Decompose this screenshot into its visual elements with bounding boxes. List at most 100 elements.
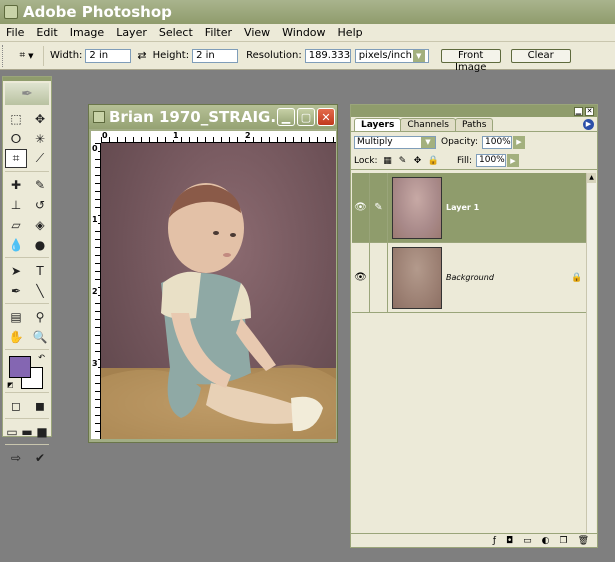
paint-bucket-tool-icon[interactable]: ◈ [29, 215, 51, 234]
menu-select[interactable]: Select [153, 26, 199, 39]
document-title: Brian 1970_STRAIG... [109, 108, 277, 126]
tab-channels[interactable]: Channels [400, 118, 456, 131]
clone-stamp-tool-icon[interactable]: ⊥ [5, 195, 27, 214]
color-swatches: ↶ ◩ [5, 353, 49, 389]
menu-filter[interactable]: Filter [199, 26, 238, 39]
layer-link-slot[interactable] [370, 242, 388, 313]
ruler-label: 0 [102, 131, 108, 140]
blend-opacity-row: Multiply ▼ Opacity: 100% ▶ [351, 132, 597, 152]
path-selection-tool-icon[interactable]: ➤ [5, 261, 27, 280]
dodge-tool-icon[interactable]: ● [29, 235, 51, 254]
crop-icon: ⌗ [19, 50, 26, 61]
healing-brush-tool-icon[interactable]: ✚ [5, 175, 27, 194]
new-layer-icon[interactable]: ❐ [559, 536, 567, 546]
opacity-arrow-icon[interactable]: ▶ [513, 135, 525, 149]
quick-mask-mode-icon[interactable]: ◼ [29, 396, 51, 415]
tool-preset-picker[interactable]: ⌗ ▼ [10, 45, 44, 66]
jump-to-imageready-icon[interactable]: ⇨ [5, 448, 27, 467]
checkmark-icon[interactable]: ✔ [29, 448, 51, 467]
zoom-tool-icon[interactable]: 🔍 [29, 327, 51, 346]
minimize-icon: ▁ [281, 110, 291, 124]
screen-mode-standard-icon[interactable]: ▭ [5, 422, 19, 441]
screen-mode-full-icon[interactable]: ■ [35, 422, 49, 441]
tab-paths[interactable]: Paths [454, 118, 494, 131]
front-image-button[interactable]: Front Image [440, 48, 501, 73]
layer-mask-icon[interactable]: ◘ [506, 536, 513, 546]
clear-button[interactable]: Clear [510, 48, 571, 63]
trash-icon[interactable]: 🗑 [578, 536, 589, 546]
fill-arrow-icon[interactable]: ▶ [507, 154, 519, 167]
blend-mode-select[interactable]: Multiply ▼ [354, 135, 436, 149]
minimize-button[interactable]: ▁ [277, 108, 295, 126]
document-window: Brian 1970_STRAIG... ▁ ▢ ✕ 0 1 2 0 1 2 3 [88, 104, 338, 443]
close-button[interactable]: ✕ [317, 108, 335, 126]
toolbox-header[interactable] [3, 77, 51, 81]
lock-all-icon[interactable]: 🔒 [428, 156, 439, 166]
width-input[interactable]: 2 in [85, 48, 132, 63]
eyedropper-tool-icon[interactable]: ⚲ [29, 307, 51, 326]
slice-tool-icon[interactable]: ⟋ [29, 149, 51, 168]
options-grip[interactable] [2, 44, 6, 67]
history-brush-tool-icon[interactable]: ↺ [29, 195, 51, 214]
horizontal-ruler[interactable]: 0 1 2 [101, 131, 336, 143]
brush-tool-icon[interactable]: ✎ [29, 175, 51, 194]
lasso-tool-icon[interactable]: ⵔ [5, 129, 27, 148]
palette-header[interactable]: ▁ ✕ [351, 105, 597, 117]
eraser-tool-icon[interactable]: ▱ [5, 215, 27, 234]
vertical-ruler[interactable]: 0 1 2 3 [91, 143, 101, 439]
brush-paint-icon[interactable]: ✎ [370, 172, 388, 243]
feather-logo-icon[interactable]: ✒ [5, 83, 49, 105]
menu-window[interactable]: Window [276, 26, 331, 39]
move-tool-icon[interactable]: ✥ [29, 109, 51, 128]
notes-tool-icon[interactable]: ▤ [5, 307, 27, 326]
hand-tool-icon[interactable]: ✋ [5, 327, 27, 346]
menu-image[interactable]: Image [64, 26, 110, 39]
height-input[interactable]: 2 in [192, 48, 239, 63]
palette-menu-icon[interactable]: ▶ [583, 119, 594, 130]
menu-file[interactable]: File [0, 26, 30, 39]
layer-name[interactable]: Background [446, 273, 571, 282]
swap-icon[interactable]: ⇄ [137, 49, 146, 62]
lock-position-icon[interactable]: ✥ [413, 156, 423, 166]
blur-tool-icon[interactable]: 💧 [5, 235, 27, 254]
fill-input[interactable]: 100% [476, 154, 506, 167]
layer-name[interactable]: Layer 1 [446, 203, 586, 212]
lock-image-icon[interactable]: ✎ [398, 156, 408, 166]
default-colors-icon[interactable]: ◩ [7, 381, 14, 389]
maximize-button[interactable]: ▢ [297, 108, 315, 126]
layers-scrollbar[interactable]: ▲ [586, 173, 596, 534]
menu-help[interactable]: Help [332, 26, 369, 39]
menu-edit[interactable]: Edit [30, 26, 63, 39]
adjustment-layer-icon[interactable]: ◐ [542, 536, 550, 546]
screen-mode-full-menu-icon[interactable]: ▬ [20, 422, 34, 441]
visibility-eye-icon[interactable]: 👁 [352, 172, 370, 243]
resolution-input[interactable]: 189.333 [304, 48, 351, 63]
document-title-bar[interactable]: Brian 1970_STRAIG... ▁ ▢ ✕ [89, 105, 337, 129]
marquee-tool-icon[interactable]: ⬚ [5, 109, 27, 128]
layer-style-icon[interactable]: ƒ [493, 536, 496, 546]
palette-minimize-icon[interactable]: ▁ [574, 106, 583, 116]
crop-tool-icon[interactable]: ⌗ [5, 149, 27, 168]
scroll-up-icon[interactable]: ▲ [587, 173, 596, 183]
layer-row-layer-1[interactable]: 👁 ✎ Layer 1 [352, 172, 586, 243]
resolution-unit-select[interactable]: pixels/inch ▼ [354, 48, 429, 63]
pen-tool-icon[interactable]: ✒ [5, 281, 27, 300]
document-canvas[interactable] [101, 143, 336, 439]
type-tool-icon[interactable]: T [29, 261, 51, 280]
visibility-eye-icon[interactable]: 👁 [352, 242, 370, 313]
swap-colors-icon[interactable]: ↶ [38, 353, 45, 362]
line-tool-icon[interactable]: ╲ [29, 281, 51, 300]
layer-set-icon[interactable]: ▭ [523, 536, 532, 546]
ruler-corner[interactable] [91, 131, 101, 143]
menu-layer[interactable]: Layer [110, 26, 153, 39]
magic-wand-tool-icon[interactable]: ✳ [29, 129, 51, 148]
layer-row-background[interactable]: 👁 Background 🔒 [352, 242, 586, 313]
menu-bar: File Edit Image Layer Select Filter View… [0, 24, 615, 42]
opacity-input[interactable]: 100% [482, 135, 512, 149]
menu-view[interactable]: View [238, 26, 276, 39]
palette-close-icon[interactable]: ✕ [585, 106, 594, 116]
standard-mode-icon[interactable]: ◻ [5, 396, 27, 415]
foreground-color-swatch[interactable] [9, 356, 31, 378]
tab-layers[interactable]: Layers [354, 118, 402, 131]
lock-transparency-icon[interactable]: ▦ [383, 156, 393, 166]
